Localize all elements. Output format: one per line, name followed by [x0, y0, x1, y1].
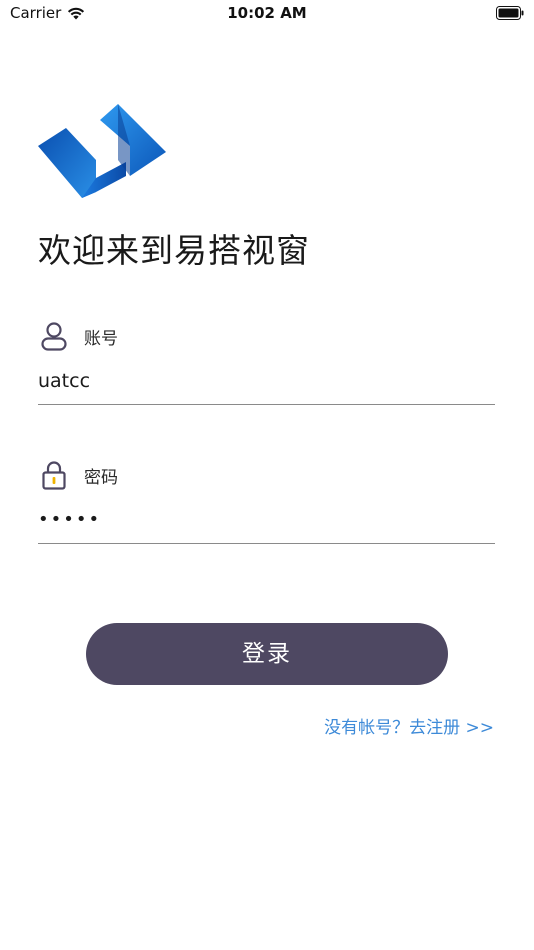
password-underline: [38, 543, 495, 544]
battery-icon: [496, 6, 524, 20]
account-label: 账号: [84, 328, 118, 349]
welcome-title: 欢迎来到易搭视窗: [38, 231, 310, 270]
account-underline: [38, 404, 495, 405]
account-input[interactable]: uatcc: [38, 364, 495, 398]
login-button[interactable]: 登录: [86, 623, 448, 685]
password-label: 密码: [84, 467, 118, 488]
account-field-header: 账号: [38, 318, 495, 354]
app-logo-icon: [38, 104, 166, 198]
user-icon: [41, 322, 67, 351]
status-bar: Carrier 10:02 AM: [0, 0, 534, 28]
status-time: 10:02 AM: [227, 4, 307, 22]
password-field-header: 密码: [38, 457, 495, 493]
register-link[interactable]: 没有帐号？去注册 >>: [324, 713, 494, 738]
password-field: 密码 •••••: [38, 457, 495, 544]
password-input[interactable]: •••••: [38, 503, 495, 537]
account-field: 账号 uatcc: [38, 318, 495, 405]
lock-icon: [42, 461, 66, 490]
